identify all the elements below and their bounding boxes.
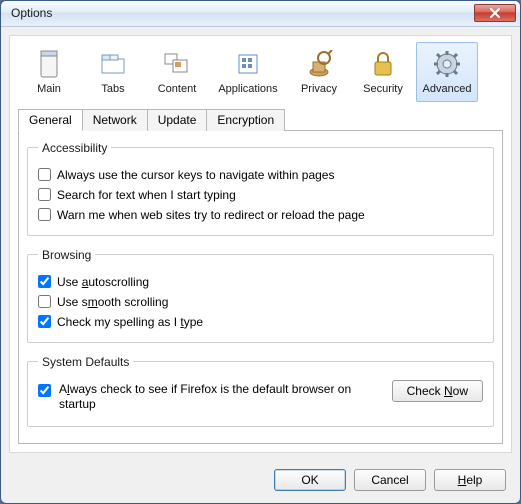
- checkbox-search-typing[interactable]: [38, 188, 51, 201]
- applications-icon: [232, 49, 264, 79]
- check-now-button[interactable]: Check Now: [392, 380, 483, 402]
- label-warn-redirect: Warn me when web sites try to redirect o…: [57, 208, 365, 222]
- label-cursor-keys: Always use the cursor keys to navigate w…: [57, 168, 334, 182]
- checkbox-smooth-scroll[interactable]: [38, 295, 51, 308]
- category-label: Applications: [218, 83, 277, 95]
- category-label: Advanced: [423, 83, 472, 95]
- category-content[interactable]: Content: [146, 42, 208, 102]
- ok-button[interactable]: OK: [274, 469, 346, 491]
- tab-general[interactable]: General: [18, 109, 83, 131]
- options-dialog: Options Main Tabs: [0, 0, 521, 504]
- category-advanced[interactable]: Advanced: [416, 42, 478, 102]
- privacy-icon: [303, 49, 335, 79]
- help-button[interactable]: Help: [434, 469, 506, 491]
- group-legend: Browsing: [38, 248, 95, 262]
- tabs-icon: [97, 49, 129, 79]
- category-privacy[interactable]: Privacy: [288, 42, 350, 102]
- category-label: Security: [363, 83, 403, 95]
- category-security[interactable]: Security: [352, 42, 414, 102]
- checkbox-spellcheck[interactable]: [38, 315, 51, 328]
- group-accessibility: Accessibility Always use the cursor keys…: [27, 141, 494, 236]
- window-title: Options: [11, 6, 474, 20]
- cancel-button[interactable]: Cancel: [354, 469, 426, 491]
- checkbox-cursor-keys[interactable]: [38, 168, 51, 181]
- checkbox-default-browser[interactable]: [38, 384, 51, 397]
- category-label: Tabs: [101, 83, 124, 95]
- main-icon: [33, 49, 65, 79]
- category-applications[interactable]: Applications: [210, 42, 286, 102]
- group-system-defaults: System Defaults Always check to see if F…: [27, 355, 494, 427]
- group-legend: System Defaults: [38, 355, 133, 369]
- checkbox-warn-redirect[interactable]: [38, 208, 51, 221]
- label-autoscroll: Use autoscrolling: [57, 275, 149, 289]
- advanced-icon: [431, 49, 463, 79]
- dialog-button-row: OK Cancel Help: [1, 461, 520, 503]
- category-main[interactable]: Main: [18, 42, 80, 102]
- tab-update[interactable]: Update: [147, 109, 208, 131]
- category-toolbar: Main Tabs Content Applications: [18, 40, 503, 106]
- content-area: Main Tabs Content Applications: [9, 35, 512, 453]
- label-smooth-scroll: Use smooth scrolling: [57, 295, 168, 309]
- category-label: Privacy: [301, 83, 337, 95]
- category-label: Content: [158, 83, 197, 95]
- checkbox-autoscroll[interactable]: [38, 275, 51, 288]
- label-default-browser: Always check to see if Firefox is the de…: [59, 382, 384, 413]
- tab-encryption[interactable]: Encryption: [206, 109, 285, 131]
- label-search-typing: Search for text when I start typing: [57, 188, 236, 202]
- label-spellcheck: Check my spelling as I type: [57, 315, 203, 329]
- tab-network[interactable]: Network: [82, 109, 148, 131]
- titlebar[interactable]: Options: [1, 1, 520, 27]
- close-icon: [489, 8, 501, 18]
- tab-panel-general: Accessibility Always use the cursor keys…: [18, 131, 503, 444]
- close-button[interactable]: [474, 4, 516, 22]
- category-tabs[interactable]: Tabs: [82, 42, 144, 102]
- content-icon: [161, 49, 193, 79]
- security-icon: [367, 49, 399, 79]
- group-browsing: Browsing Use autoscrolling Use smooth sc…: [27, 248, 494, 343]
- group-legend: Accessibility: [38, 141, 111, 155]
- subtab-strip: General Network Update Encryption: [18, 108, 503, 131]
- category-label: Main: [37, 83, 61, 95]
